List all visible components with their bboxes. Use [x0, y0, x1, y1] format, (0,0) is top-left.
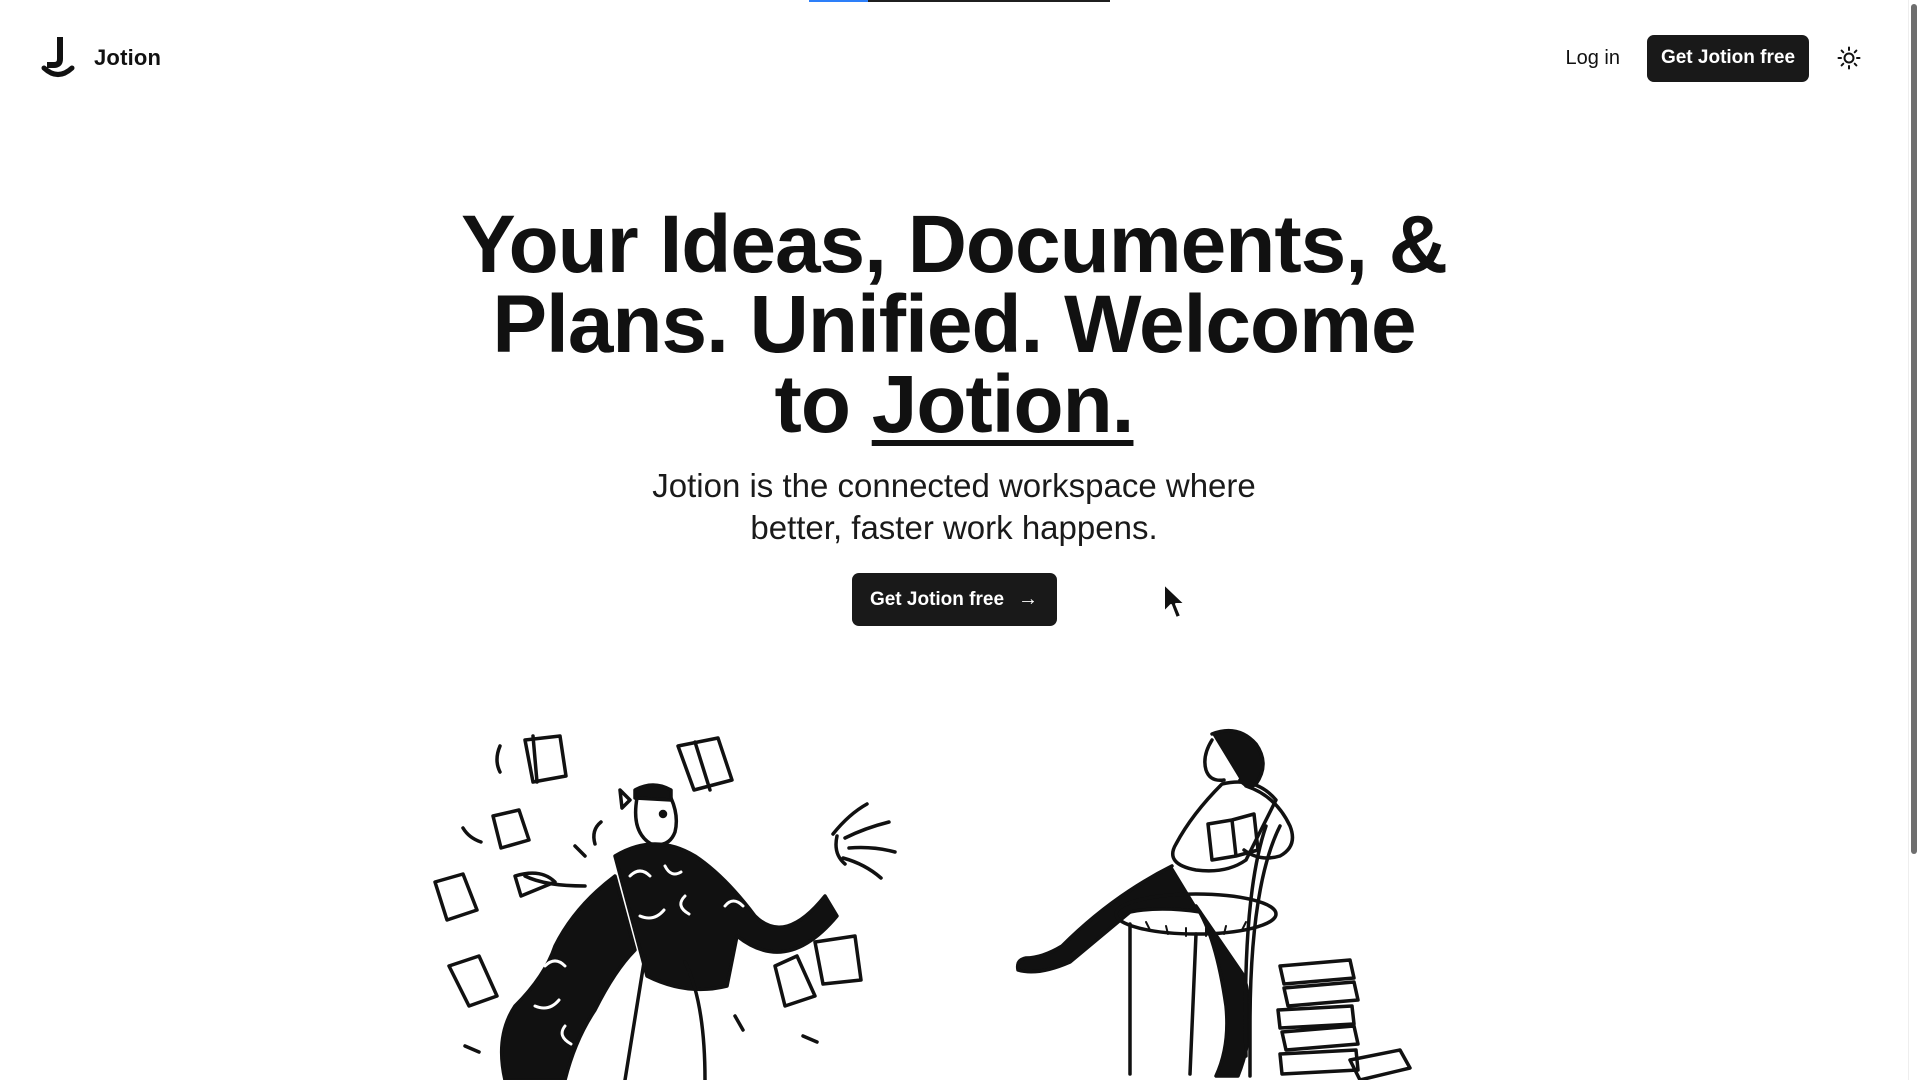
hero-title-line-1: Your Ideas, Documents, &: [460, 199, 1448, 290]
scrollbar-track[interactable]: [1908, 0, 1920, 1080]
hero-subtitle: Jotion is the connected workspace where …: [652, 467, 1256, 546]
brand-name: Jotion: [94, 45, 162, 70]
hero-section: Your Ideas, Documents, & Plans. Unified.…: [0, 204, 1908, 626]
jotion-logo-icon: [40, 37, 76, 79]
get-jotion-free-hero-button[interactable]: Get Jotion free →: [851, 573, 1057, 626]
hero-title-line-2: Plans. Unified. Welcome: [492, 279, 1416, 370]
get-jotion-free-nav-button[interactable]: Get Jotion free: [1647, 34, 1809, 82]
brand-link[interactable]: Jotion: [40, 37, 161, 79]
hero-title-line-3: to: [774, 359, 851, 450]
hero-cta-label: Get Jotion free: [869, 588, 1005, 610]
hero-title-brand: Jotion.: [871, 359, 1135, 450]
arrow-right-icon: →: [1018, 588, 1039, 610]
reading-person-illustration: [1015, 728, 1412, 1080]
landing-page: Jotion Log in Get Jotion free Your Ideas…: [0, 0, 1920, 1080]
theme-toggle-button[interactable]: [1834, 43, 1864, 73]
top-navbar: Jotion Log in Get Jotion free: [0, 0, 1908, 116]
documents-juggler-illustration: [433, 734, 897, 1080]
login-link[interactable]: Log in: [1566, 47, 1621, 70]
mouse-cursor-icon: [1163, 583, 1186, 619]
sun-icon: [1837, 46, 1861, 70]
hero-title: Your Ideas, Documents, & Plans. Unified.…: [449, 204, 1459, 446]
nav-actions: Log in Get Jotion free: [1566, 34, 1865, 82]
scrollbar-thumb[interactable]: [1911, 4, 1917, 854]
